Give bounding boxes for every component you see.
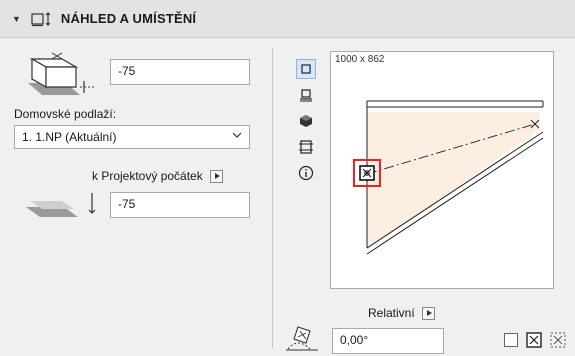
reference-row: k Projektový počátek (92, 169, 224, 184)
rotation-angle-input[interactable]: 0,00° (332, 328, 444, 354)
reference-menu-button[interactable] (210, 170, 224, 184)
top-offset-input[interactable]: -75 (110, 59, 250, 85)
chevron-down-icon[interactable]: ▼ (12, 14, 21, 24)
preview-canvas[interactable]: 1000 x 862 (330, 51, 554, 289)
preview-panel: 1000 x 862 Relativní 0,00° (276, 39, 575, 356)
bottom-offset-input[interactable]: -75 (110, 192, 250, 218)
show-anchor-icon[interactable] (526, 332, 542, 348)
show-nothing-checkbox[interactable] (504, 333, 518, 347)
anchor-point-icon[interactable] (359, 165, 375, 181)
home-story-value: 1. 1.NP (Aktuální) (22, 130, 117, 144)
relative-label: Relativní (368, 306, 415, 320)
section-header[interactable]: ▼ NÁHLED A UMÍSTĚNÍ (0, 0, 575, 38)
preview-placement-icon (31, 11, 51, 26)
top-offset-icon (28, 52, 96, 95)
info-icon[interactable] (296, 163, 316, 183)
section-title: NÁHLED A UMÍSTĚNÍ (60, 11, 197, 26)
view-mode-toolbar (296, 59, 316, 189)
rotation-angle-icon (286, 326, 318, 351)
home-story-label: Domovské podlaží: (14, 107, 117, 121)
home-story-select[interactable]: 1. 1.NP (Aktuální) (14, 125, 250, 149)
chevron-down-icon (233, 132, 241, 138)
relative-menu-button[interactable] (422, 307, 436, 321)
anchor-display-options (504, 332, 566, 348)
relative-row: Relativní (368, 306, 436, 321)
elevation-view-icon[interactable] (296, 85, 316, 105)
placement-panel: -75 Domovské podlaží: 1. 1.NP (Aktuální)… (0, 39, 270, 356)
element-fill (367, 112, 539, 250)
section-view-icon[interactable] (296, 137, 316, 157)
reference-label: k Projektový počátek (92, 169, 203, 183)
3d-view-icon[interactable] (296, 111, 316, 131)
plan-view-icon[interactable] (296, 59, 316, 79)
panel-divider (272, 48, 273, 348)
bottom-offset-icon (26, 193, 96, 217)
show-anchor-dashed-icon[interactable] (550, 332, 566, 348)
